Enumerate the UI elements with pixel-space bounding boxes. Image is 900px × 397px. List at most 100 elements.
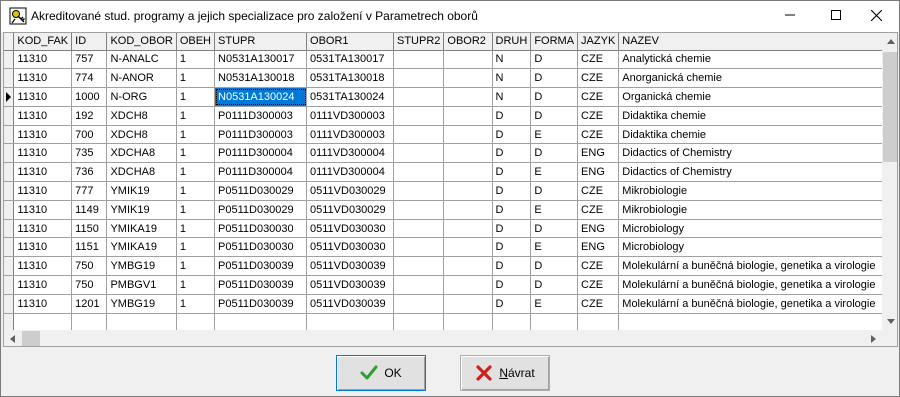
cell-jazyk[interactable]: ENG <box>577 162 620 183</box>
row-indicator[interactable] <box>4 50 15 70</box>
cell-obor2[interactable] <box>443 181 493 201</box>
cell-stupr[interactable]: N0531A130017 <box>214 50 308 70</box>
cell-stupr2[interactable] <box>393 106 445 126</box>
cell-stupr[interactable]: N0531A130024 <box>214 87 308 107</box>
vertical-scroll-thumb[interactable] <box>883 52 897 162</box>
cell-stupr2[interactable] <box>393 143 445 164</box>
cell-kod_obor[interactable]: PMBGV1 <box>106 275 177 295</box>
cell-stupr2[interactable] <box>393 256 445 277</box>
cell-kod_fak[interactable]: 11310 <box>13 143 73 164</box>
cell-obeh[interactable]: 1 <box>176 162 216 183</box>
cell-jazyk[interactable]: CZE <box>577 50 620 70</box>
cell-forma[interactable]: D <box>530 87 579 107</box>
table-row[interactable]: 11310 1149 YMIK19 1 P0511D030029 0511VD030029… <box>4 200 897 220</box>
cancel-button[interactable]: Návrat <box>460 355 550 391</box>
cell-stupr2[interactable] <box>393 200 445 220</box>
cell-kod_obor[interactable]: N-ANALC <box>106 50 177 70</box>
cell-druh[interactable]: D <box>492 275 532 295</box>
cell-obor2[interactable] <box>443 162 493 183</box>
cell-id[interactable]: 750 <box>71 275 108 295</box>
cell-obor1[interactable]: 0511VD030039 <box>306 294 394 314</box>
vertical-scrollbar[interactable] <box>882 33 897 330</box>
table-row[interactable]: 11310 700 XDCH8 1 P0111D300003 0111VD300003 D E… <box>4 125 897 145</box>
cell-kod_obor[interactable]: N-ANOR <box>106 68 177 89</box>
cell-forma[interactable]: D <box>530 106 579 126</box>
cell-kod_fak[interactable]: 11310 <box>13 106 73 126</box>
cell-nazev[interactable]: Microbiology <box>618 237 897 258</box>
cell-stupr2[interactable] <box>393 50 445 70</box>
minimize-button[interactable] <box>767 1 813 32</box>
row-indicator[interactable] <box>4 106 15 126</box>
cell-forma[interactable]: E <box>530 162 579 183</box>
cell-obor2[interactable] <box>443 294 493 314</box>
cell-id[interactable]: 1201 <box>71 294 108 314</box>
column-header-forma[interactable]: FORMA <box>530 33 579 51</box>
table-row[interactable]: 11310 1150 YMIKA19 1 P0511D030030 0511VD03003… <box>4 219 897 239</box>
cell-kod_obor[interactable]: YMBG19 <box>106 294 177 314</box>
table-row[interactable]: 11310 735 XDCHA8 1 P0111D300004 0111VD300004 D… <box>4 143 897 164</box>
cell-obor2[interactable] <box>443 106 493 126</box>
table-row[interactable]: 11310 1151 YMIKA19 1 P0511D030030 0511VD03003… <box>4 237 897 258</box>
cell-jazyk[interactable]: ENG <box>577 237 620 258</box>
column-header-id[interactable]: ID <box>71 33 108 51</box>
cell-druh[interactable]: N <box>492 50 532 70</box>
cell-kod_obor[interactable]: XDCH8 <box>106 106 177 126</box>
cell-obor2[interactable] <box>443 200 493 220</box>
cell-kod_obor[interactable]: N-ORG <box>106 87 177 107</box>
cell-stupr[interactable]: P0511D030039 <box>214 256 308 277</box>
cell-kod_obor[interactable]: YMIK19 <box>106 200 177 220</box>
cell-druh[interactable]: D <box>492 125 532 145</box>
row-indicator[interactable] <box>4 125 15 145</box>
cell-obeh[interactable]: 1 <box>176 68 216 89</box>
table-row[interactable]: 11310 750 PMBGV1 1 P0511D030039 0511VD030039 D… <box>4 275 897 295</box>
ok-button[interactable]: OK <box>336 355 426 391</box>
cell-obeh[interactable]: 1 <box>176 50 216 70</box>
cell-id[interactable]: 736 <box>71 162 108 183</box>
cell-obor2[interactable] <box>443 125 493 145</box>
cell-kod_fak[interactable]: 11310 <box>13 219 73 239</box>
cell-obor2[interactable] <box>443 87 493 107</box>
column-header-stupr2[interactable]: STUPR2 <box>393 33 445 51</box>
cell-stupr[interactable]: P0111D300004 <box>214 143 308 164</box>
cell-forma[interactable]: E <box>530 294 579 314</box>
cell-forma[interactable]: D <box>530 219 579 239</box>
cell-id[interactable]: 777 <box>71 181 108 201</box>
cell-forma[interactable]: E <box>530 237 579 258</box>
row-indicator[interactable] <box>4 200 15 220</box>
cell-forma[interactable]: D <box>530 68 579 89</box>
cell-jazyk[interactable]: CZE <box>577 68 620 89</box>
close-button[interactable] <box>853 1 899 32</box>
cell-obor1[interactable]: 0511VD030029 <box>306 200 394 220</box>
cell-kod_obor[interactable]: YMIKA19 <box>106 219 177 239</box>
scroll-down-icon[interactable] <box>882 313 897 330</box>
table-row[interactable]: 11310 1201 YMBG19 1 P0511D030039 0511VD030039… <box>4 294 897 314</box>
table-row[interactable]: 11310 774 N-ANOR 1 N0531A130018 0531TA130018 N… <box>4 68 897 89</box>
cell-stupr[interactable]: N0531A130018 <box>214 68 308 89</box>
cell-stupr[interactable]: P0511D030039 <box>214 294 308 314</box>
cell-obeh[interactable]: 1 <box>176 237 216 258</box>
cell-obor2[interactable] <box>443 68 493 89</box>
cell-kod_fak[interactable]: 11310 <box>13 275 73 295</box>
cell-forma[interactable]: E <box>530 200 579 220</box>
cell-druh[interactable]: D <box>492 294 532 314</box>
cell-forma[interactable]: D <box>530 143 579 164</box>
horizontal-scroll-thumb[interactable] <box>22 331 40 346</box>
cell-obeh[interactable]: 1 <box>176 87 216 107</box>
cell-stupr2[interactable] <box>393 68 445 89</box>
cell-obeh[interactable]: 1 <box>176 200 216 220</box>
cell-stupr2[interactable] <box>393 125 445 145</box>
cell-nazev[interactable]: Molekulární a buněčná biologie, genetika… <box>618 275 897 295</box>
cell-obeh[interactable]: 1 <box>176 125 216 145</box>
row-indicator[interactable] <box>4 275 15 295</box>
cell-obeh[interactable]: 1 <box>176 294 216 314</box>
cell-nazev[interactable]: Didactics of Chemistry <box>618 143 897 164</box>
column-header-jazyk[interactable]: JAZYK <box>577 33 620 51</box>
cell-obor1[interactable]: 0511VD030039 <box>306 256 394 277</box>
column-header-druh[interactable]: DRUH <box>492 33 532 51</box>
cell-obor1[interactable]: 0111VD300004 <box>306 143 394 164</box>
cell-druh[interactable]: D <box>492 256 532 277</box>
cell-forma[interactable]: D <box>530 181 579 201</box>
cell-nazev[interactable]: Mikrobiologie <box>618 200 897 220</box>
cell-kod_obor[interactable]: YMIK19 <box>106 181 177 201</box>
cell-kod_fak[interactable]: 11310 <box>13 125 73 145</box>
